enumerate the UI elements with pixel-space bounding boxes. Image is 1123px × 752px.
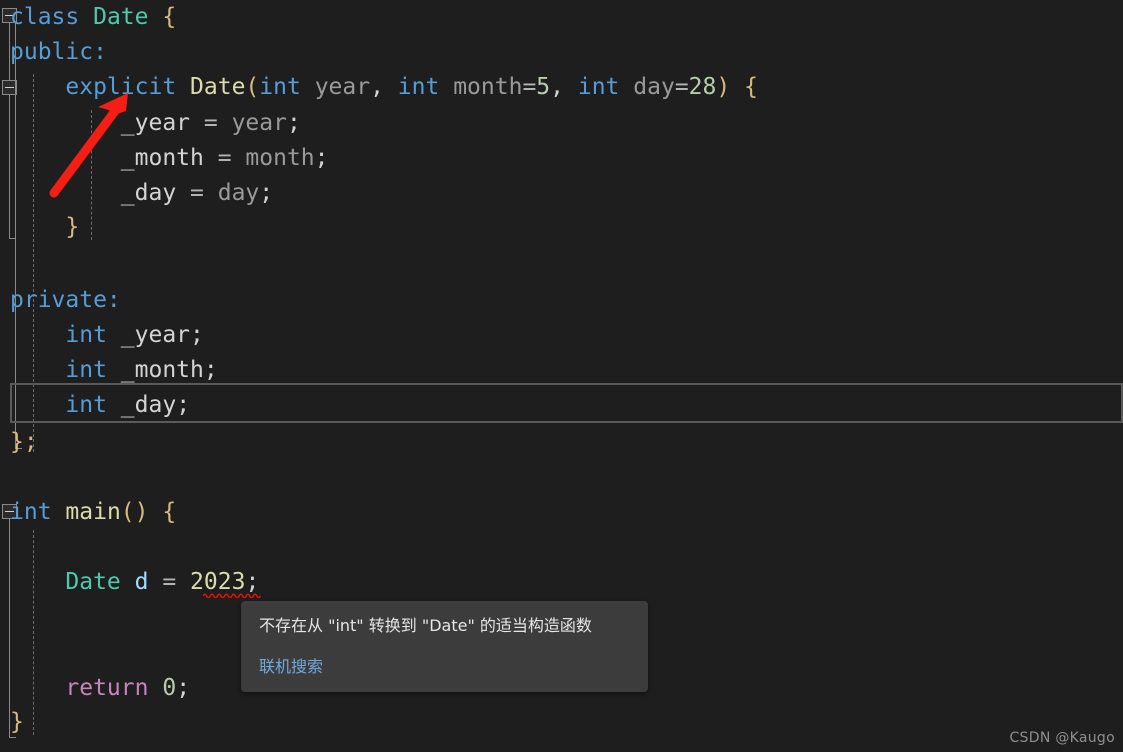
token-paren-open-main: ( [120, 499, 135, 525]
token-field-year: _year [120, 322, 191, 348]
token-function-main: main [65, 499, 121, 525]
token-paren-open: ( [245, 74, 260, 100]
token-assign-3: = [176, 180, 218, 206]
code-line-3[interactable]: explicit Date(int year, int month=5, int… [10, 70, 758, 105]
token-comma-2: , [550, 74, 578, 100]
token-paren-close: ) [716, 74, 731, 100]
code-line-4[interactable]: _year = year; [10, 106, 301, 141]
token-keyword-class: class [10, 4, 80, 30]
token-number-0: 0 [162, 675, 177, 701]
token-variable-d: d [134, 569, 149, 595]
token-keyword-int-1: int [259, 74, 301, 100]
token-assign-2: = [203, 145, 246, 171]
code-line-1[interactable]: class Date { [10, 0, 176, 35]
token-brace-open-ctor: { [744, 74, 758, 100]
token-type-date-decl: Date [65, 569, 121, 595]
token-brace-open: { [162, 4, 177, 30]
token-arg-month: month [245, 145, 315, 171]
token-keyword-int-6: int [65, 392, 107, 418]
token-assign-4: = [148, 569, 191, 595]
token-field-month: _month [120, 357, 204, 383]
token-semicolon-3: ; [259, 180, 274, 206]
token-param-year: year [314, 74, 371, 100]
token-number-28: 28 [688, 74, 717, 100]
token-semicolon-5: ; [203, 357, 218, 383]
code-line-11[interactable]: int _month; [10, 353, 218, 388]
code-editor-screenshot: class Date { public: explicit Date(int y… [0, 0, 1123, 752]
token-arg-year: year [231, 110, 287, 136]
token-paren-close-main: ) [134, 499, 149, 525]
token-brace-close-main: } [10, 709, 24, 735]
token-keyword-return: return [65, 675, 149, 701]
token-semicolon-6: ; [176, 392, 191, 418]
token-keyword-explicit: explicit [65, 74, 177, 100]
token-class-end: }; [10, 429, 38, 455]
token-semicolon-8: ; [176, 675, 191, 701]
code-line-6[interactable]: _day = day; [10, 176, 273, 211]
code-line-19[interactable]: return 0; [10, 671, 190, 706]
token-equals-2: = [674, 74, 689, 100]
error-squiggle-icon [203, 593, 261, 598]
token-member-day: _day [120, 180, 177, 206]
intellisense-error-tooltip: 不存在从 "int" 转换到 "Date" 的适当构造函数 联机搜索 [241, 601, 648, 692]
token-param-day: day [633, 74, 675, 100]
token-semicolon-2: ; [314, 145, 329, 171]
code-line-20[interactable]: } [10, 705, 24, 740]
token-number-5: 5 [536, 74, 551, 100]
tooltip-online-search-link[interactable]: 联机搜索 [259, 653, 323, 677]
token-assign-1: = [190, 110, 232, 136]
token-keyword-int-4: int [65, 322, 107, 348]
token-keyword-int-main: int [10, 499, 52, 525]
token-keyword-int-2: int [397, 74, 440, 100]
code-line-9[interactable]: private: [10, 283, 121, 318]
token-equals-1: = [522, 74, 537, 100]
token-type-date: Date [93, 4, 149, 30]
token-member-year: _year [120, 110, 191, 136]
code-line-5[interactable]: _month = month; [10, 141, 329, 176]
token-semicolon-1: ; [286, 110, 301, 136]
code-line-2[interactable]: public: [10, 35, 107, 70]
code-line-12[interactable]: int _day; [10, 388, 190, 423]
code-line-7[interactable]: } [10, 210, 79, 245]
token-keyword-public: public: [10, 39, 107, 65]
token-member-month: _month [120, 145, 204, 171]
token-keyword-int-3: int [577, 74, 620, 100]
code-line-15[interactable]: int main() { [10, 495, 176, 530]
token-param-month: month [453, 74, 523, 100]
token-brace-open-main: { [162, 499, 177, 525]
token-function-date: Date [190, 74, 246, 100]
token-comma-1: , [370, 74, 398, 100]
code-line-10[interactable]: int _year; [10, 318, 204, 353]
token-brace-close-ctor: } [65, 214, 80, 240]
token-keyword-int-5: int [65, 357, 107, 383]
token-semicolon-4: ; [190, 322, 204, 348]
tooltip-message: 不存在从 "int" 转换到 "Date" 的适当构造函数 [259, 616, 592, 635]
token-arg-day: day [217, 180, 260, 206]
token-field-day: _day [120, 392, 177, 418]
token-keyword-private: private: [10, 287, 121, 313]
code-line-13[interactable]: }; [10, 425, 38, 460]
watermark-label: CSDN @Kaugo [1009, 730, 1115, 746]
